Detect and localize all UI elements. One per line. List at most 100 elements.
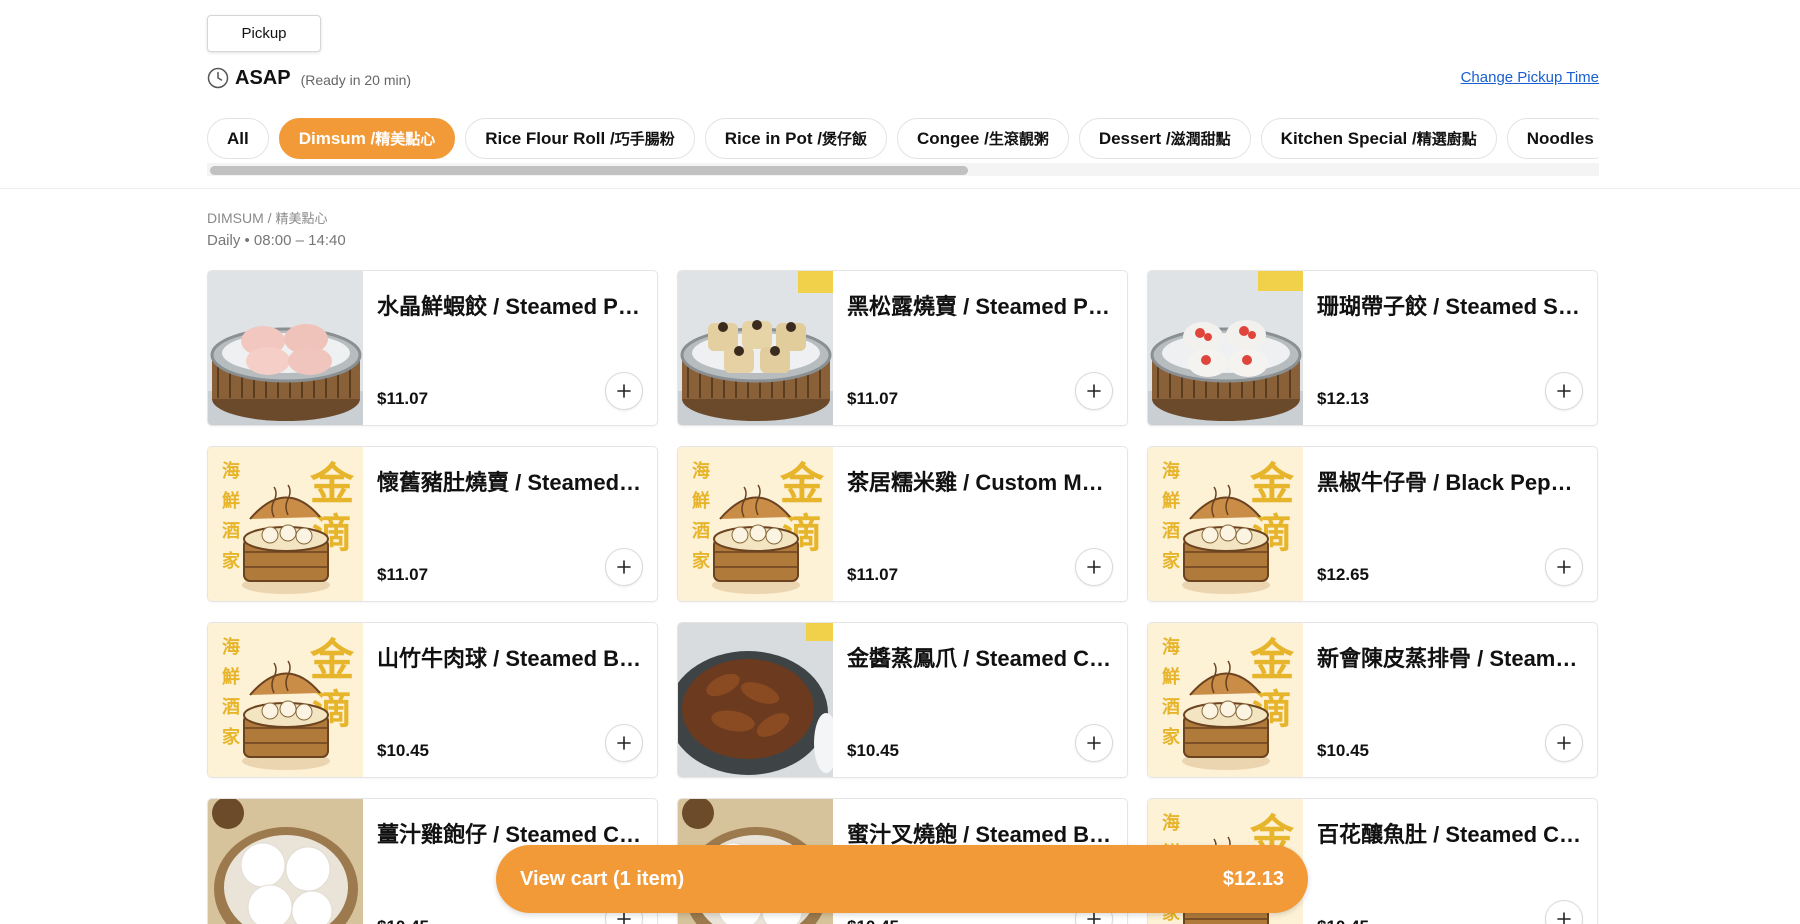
menu-item-name: 山竹牛肉球 / Steamed Beef Balls [377,646,645,671]
section-title-en: DIMSUM / [207,210,276,226]
pickup-button[interactable]: Pickup [207,15,321,52]
menu-item-photo [208,271,363,425]
menu-item-card[interactable]: 珊瑚帶子餃 / Steamed Scallop Dumplings $12.13 [1147,270,1598,426]
plus-icon [1557,384,1571,398]
svg-text:家: 家 [1162,726,1181,748]
menu-item-price: $11.07 [847,565,899,584]
menu-item-price: $11.07 [377,389,429,408]
svg-text:海: 海 [222,636,240,658]
menu-item-price: $10.45 [1317,917,1369,924]
add-to-cart-button[interactable] [605,372,643,410]
menu-item-card[interactable]: 水晶鮮蝦餃 / Steamed Prawn Dumplings $11.07 [207,270,658,426]
tab-all[interactable]: All [207,118,269,159]
plus-icon [617,560,631,574]
cart-total: $12.13 [1222,867,1284,890]
menu-item-price: $11.07 [377,565,429,584]
add-to-cart-button[interactable] [1075,724,1113,762]
svg-text:金: 金 [309,635,355,686]
tab-label-en: Rice Flour Roll / [485,128,615,148]
svg-text:金: 金 [1249,459,1295,510]
svg-text:海: 海 [1162,812,1180,834]
svg-text:酒: 酒 [1162,696,1180,718]
svg-text:鮮: 鮮 [222,490,240,512]
add-to-cart-button[interactable] [605,724,643,762]
menu-item-photo [678,271,833,425]
tab-dimsum[interactable]: Dimsum / 精美點心 [278,118,456,159]
category-tabs: All Dimsum / 精美點心 Rice Flour Roll / 巧手腸粉 Ri… [207,118,1599,176]
tab-label-zh: 精選廚點 [1416,131,1477,148]
svg-text:酒: 酒 [222,520,240,542]
menu-item-price: $10.45 [377,917,429,924]
svg-text:酒: 酒 [1162,520,1180,542]
add-to-cart-button[interactable] [1075,372,1113,410]
tab-label-en: All [227,128,249,148]
plus-icon [1087,560,1101,574]
pickup-time-row: ASAP (Ready in 20 min) [207,66,411,90]
plus-icon [617,736,631,750]
svg-text:海: 海 [1162,636,1180,658]
plus-icon [1557,912,1571,924]
menu-item-photo [678,623,838,777]
restaurant-logo-image: 海鮮酒家金滴 [208,623,363,777]
tab-label-en: Dimsum / [298,128,376,148]
tab-congee[interactable]: Congee / 生滾靚粥 [897,118,1069,159]
svg-text:酒: 酒 [692,520,710,542]
change-pickup-time-link[interactable]: Change Pickup Time [1461,69,1599,86]
menu-item-card[interactable]: 海鮮酒家金滴茶居糯米雞 / Custom Made Sticky Rice$11… [677,446,1128,602]
svg-text:金: 金 [1249,635,1295,686]
menu-item-name: 懷舊豬肚燒賣 / Steamed Pork Tripe Siu Mai [377,470,645,495]
tabs-scrollbar-thumb[interactable] [210,166,968,175]
tab-label-zh: 巧手腸粉 [614,131,675,148]
add-to-cart-button[interactable] [1545,900,1583,924]
svg-text:海: 海 [1162,460,1180,482]
menu-item-card[interactable]: 金醬蒸鳳爪 / Steamed Chicken Feet $10.45 [677,622,1128,778]
cart-label: View cart (1 item) [520,867,685,890]
tab-label-zh: 滋潤甜點 [1170,131,1231,148]
restaurant-logo-image: 海鮮酒家金滴 [1148,623,1303,777]
add-to-cart-button[interactable] [1545,724,1583,762]
ready-time-text: (Ready in 20 min) [300,71,412,88]
view-cart-button[interactable]: View cart (1 item) $12.13 [496,845,1308,913]
tab-label-en: Noodles [1526,128,1594,148]
menu-item-price: $10.45 [1317,741,1369,760]
menu-item-price: $10.45 [847,917,899,924]
section-title-zh: 精美點心 [275,211,328,226]
tab-rice-in-pot[interactable]: Rice in Pot / 煲仔飯 [704,118,888,159]
restaurant-logo-image: 海鮮酒家金滴 [208,447,363,601]
svg-text:酒: 酒 [222,696,240,718]
clock-icon [207,67,229,89]
tab-kitchen-special[interactable]: Kitchen Special / 精選廚點 [1260,118,1497,159]
menu-item-card[interactable]: 海鮮酒家金滴黑椒牛仔骨 / Black Pepper Beef Short Ri… [1147,446,1598,602]
section-hours: Daily • 08:00 – 14:40 [207,232,346,249]
add-to-cart-button[interactable] [1545,548,1583,586]
section-title: DIMSUM / 精美點心 [207,208,327,227]
svg-text:鮮: 鮮 [1162,490,1180,512]
header-divider [0,188,1800,189]
tab-label-en: Kitchen Special / [1280,128,1417,148]
menu-item-price: $12.65 [1317,565,1369,584]
menu-item-photo [1148,271,1303,425]
menu-item-name: 新會陳皮蒸排骨 / Steamed Spare Ribs [1317,646,1585,671]
tab-rice-flour-roll[interactable]: Rice Flour Roll / 巧手腸粉 [465,118,695,159]
add-to-cart-button[interactable] [1075,548,1113,586]
tab-noodles[interactable]: Noodles [1506,118,1599,159]
tab-dessert[interactable]: Dessert / 滋潤甜點 [1078,118,1251,159]
tab-label-zh: 精美點心 [375,131,436,148]
menu-item-card[interactable]: 海鮮酒家金滴山竹牛肉球 / Steamed Beef Balls $10.45 [207,622,658,778]
menu-item-price: $11.07 [847,389,899,408]
svg-text:家: 家 [692,550,711,572]
tabs-scrollbar[interactable] [207,163,1599,176]
menu-item-name: 水晶鮮蝦餃 / Steamed Prawn Dumplings [377,294,645,319]
add-to-cart-button[interactable] [605,548,643,586]
menu-item-card[interactable]: 海鮮酒家金滴新會陳皮蒸排骨 / Steamed Spare Ribs$10.45 [1147,622,1598,778]
menu-item-card[interactable]: 黑松露燒賣 / Steamed Pork Dumplings with Blac… [677,270,1128,426]
menu-item-card[interactable]: 海鮮酒家金滴懷舊豬肚燒賣 / Steamed Pork Tripe Siu Ma… [207,446,658,602]
menu-item-name: 茶居糯米雞 / Custom Made Sticky Rice [847,470,1115,495]
plus-icon [617,384,631,398]
tab-label-zh: 煲仔飯 [822,131,868,148]
svg-text:海: 海 [222,460,240,482]
menu-item-price: $12.13 [1317,389,1369,408]
svg-text:家: 家 [1162,550,1181,572]
menu-item-price: $10.45 [377,741,429,760]
add-to-cart-button[interactable] [1545,372,1583,410]
